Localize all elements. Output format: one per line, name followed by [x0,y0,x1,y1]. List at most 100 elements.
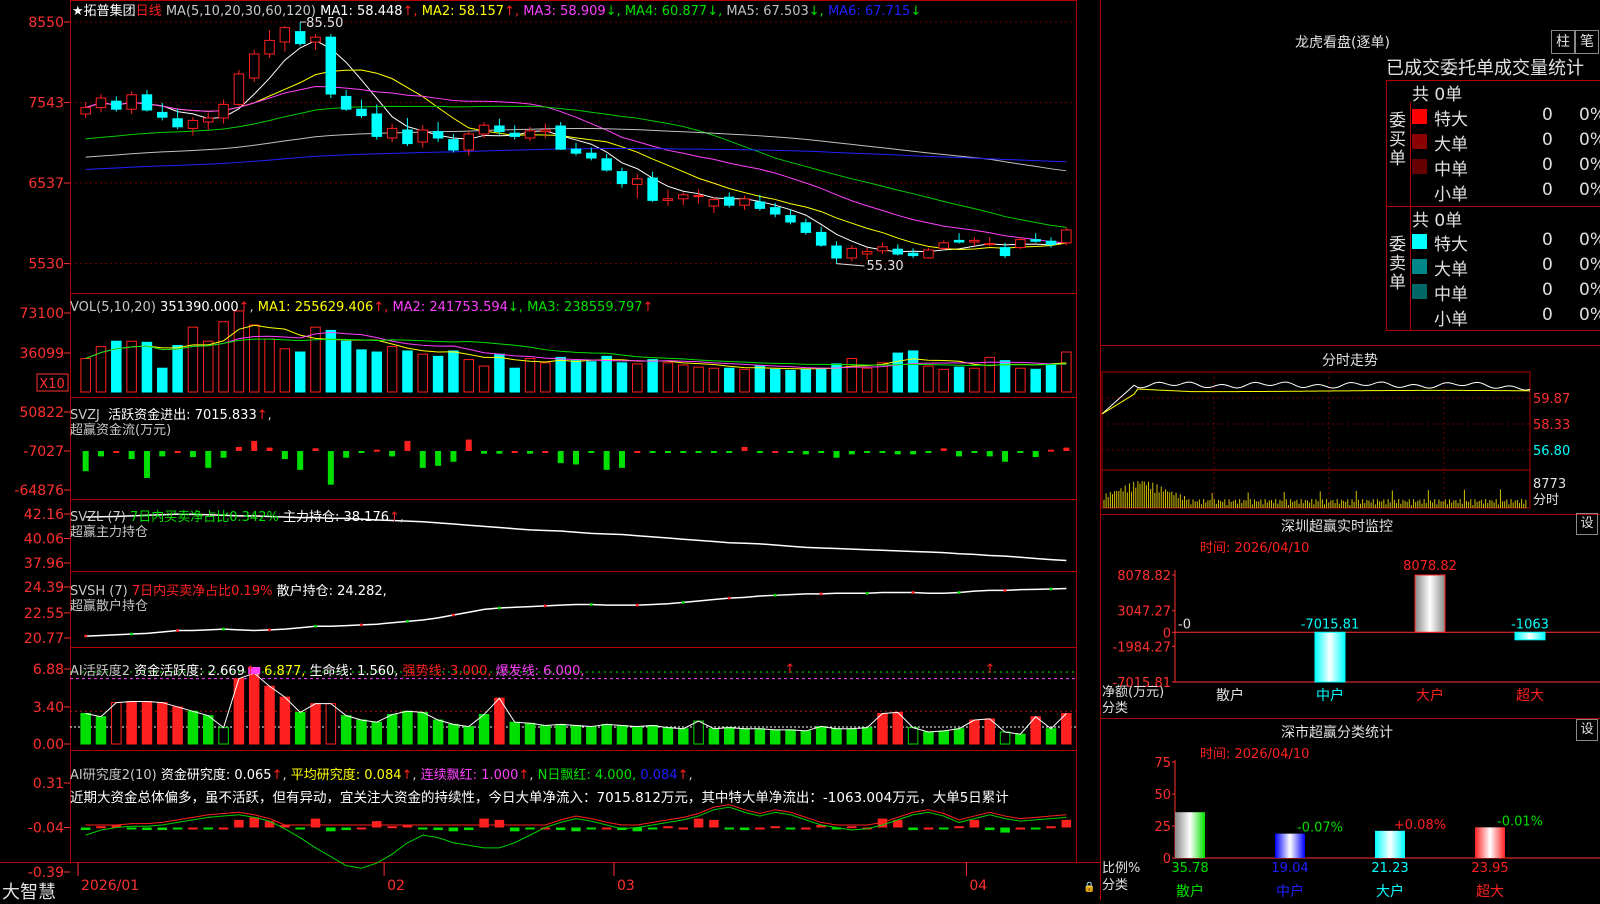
candle [984,243,995,246]
research-bar [801,827,811,830]
order-row: 大单 0 0% [1412,255,1600,280]
volume-bar [1030,368,1041,393]
retail-dot [635,603,639,607]
x-tick-label: 02 [387,878,405,894]
fund-flow-bar [741,446,748,451]
brush-view-button[interactable]: 笔 [1575,30,1599,54]
fund-flow-bar [159,451,166,457]
ai-burst-value: 6.000, [543,664,585,679]
cls-y-tick: 75 [1154,756,1171,771]
retail-dot [957,590,961,594]
cls-bar [1475,827,1505,858]
candle [953,239,965,243]
activity-bar [1045,728,1057,745]
indicator-value: MA2: 241753.594 [392,300,508,315]
research-bar [218,827,229,830]
order-pct: 0% [1579,155,1600,175]
ai-strong-value: 3.000, [450,664,492,679]
x-tick-label: 2026/01 [81,878,139,894]
activity-bar [294,711,306,745]
order-row: 中单 0 0% [1412,155,1600,180]
research-bar [647,827,658,830]
fund-flow-bar [174,451,181,453]
y-tick-label: -0.04 [28,821,64,837]
period-label[interactable]: 日线 [136,4,162,19]
volume-bar [632,363,643,393]
activity-bar [678,728,689,745]
fund-flow-bar [940,448,947,451]
sz-category: 中户 [1316,687,1344,704]
research-bar [418,827,428,830]
legend-swatch [1412,159,1427,174]
low-label: 55.30 [866,259,903,274]
up-arrow-icon: ↑, [402,4,422,19]
retail-dot [497,606,501,610]
activity-bar [264,685,275,745]
retail-dot [451,613,455,617]
app-brand: 大智慧 [2,882,56,903]
candle [325,36,337,95]
activity-bar [402,710,413,745]
volume-bar [785,369,796,393]
candle [1030,239,1041,242]
indicator-value: MA1: 58.448 [320,4,403,19]
ai-research-value: 0.065 [234,768,272,783]
activity-bar [616,724,628,745]
research-bar [923,827,934,830]
up-arrow-icon: ↑, [504,4,524,19]
activity-bar [907,727,919,745]
up-arrow-icon: ↑ [642,300,654,315]
retail-dot [359,623,363,627]
legend-swatch [1412,309,1427,324]
volume-bar [463,359,474,393]
lock-icon[interactable]: 🔒 [1083,882,1095,893]
volume-bar [601,355,612,393]
y-tick-label: -64876 [14,483,64,499]
cls-y-tick: 50 [1154,788,1171,803]
ma-values: MA1: 58.448↑, MA2: 58.157↑, MA3: 58.909↓… [320,4,921,19]
svzl-extra: 主力持仓: [282,510,340,525]
candle [294,31,306,45]
y-tick-label: 20.77 [24,631,64,647]
svzl-subtitle: 超赢主力持仓 [70,525,149,540]
retail-dot [405,619,409,623]
sz-category: 超大 [1516,688,1544,704]
activity-bar [647,724,658,745]
research-bar [984,827,995,831]
cls-settings-button[interactable]: 设 [1576,719,1598,741]
volume-bar [402,350,413,393]
y-tick-label: 5530 [28,257,64,273]
candle [248,53,260,79]
research-bar [341,827,351,831]
order-row: 中单 0 0% [1412,280,1600,305]
fund-flow-bar [266,447,273,451]
star-icon[interactable]: ★ [72,4,84,19]
candle [1061,229,1072,244]
activity-bar [248,672,260,745]
activity-bar [202,715,214,745]
research-bar [387,826,397,829]
order-count: 0 [1542,180,1553,200]
candle [969,239,980,243]
activity-bar [846,728,858,745]
sz-settings-button[interactable]: 设 [1576,513,1598,535]
research-bar [1030,827,1041,830]
column-view-button[interactable]: 柱 [1551,30,1575,54]
cls-category: 大户 [1376,883,1404,900]
y-tick-label: 42.16 [24,507,64,523]
fund-flow-bar [772,451,779,453]
research-bar [601,827,612,830]
candle [111,100,122,110]
svsh-subtitle: 超赢散户持仓 [70,599,149,614]
research-bar [188,827,198,830]
up-arrow-icon: ↓, [808,4,828,19]
x-tick-label: 03 [617,878,635,894]
fund-flow-bar [573,451,579,465]
fund-flow-bar [205,451,212,468]
activity-bar [586,726,597,745]
activity-bar [999,731,1011,745]
sz-y-tick: -1984.27 [1113,640,1171,655]
fund-flow-bar [358,451,365,453]
sz-bar [1514,631,1546,641]
sz-y-tick: 0 [1163,626,1171,641]
